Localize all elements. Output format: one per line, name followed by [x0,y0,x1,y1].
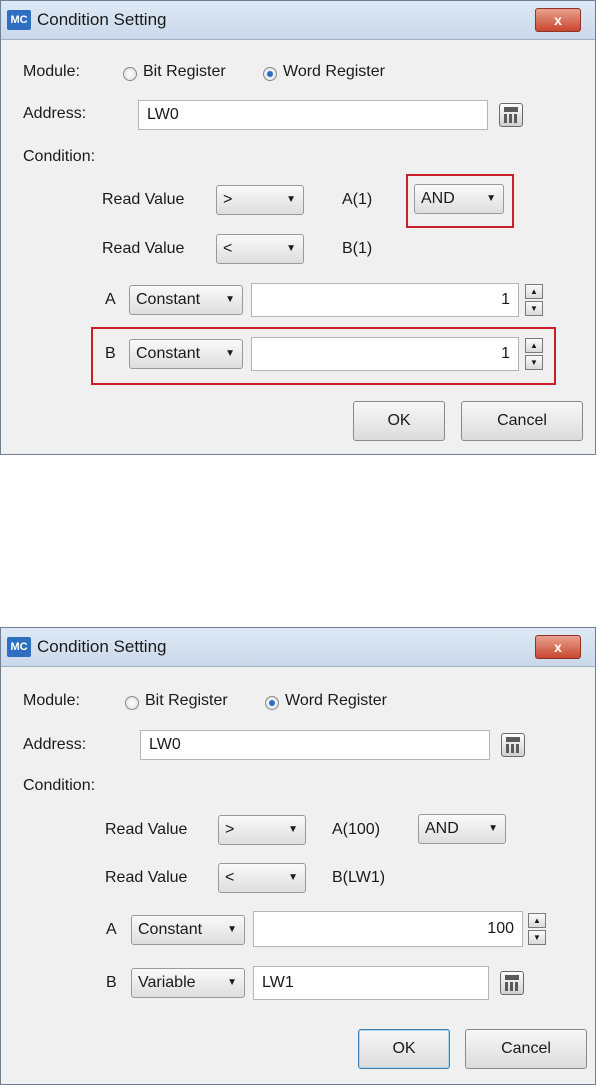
word-register-radio[interactable] [263,67,277,81]
read-value-label-1: Read Value [102,191,185,208]
operand-a-label: A(100) [332,821,381,838]
ok-button[interactable]: OK [358,1029,450,1069]
title-bar[interactable]: MC Condition Setting x [1,628,595,667]
bit-register-label: Bit Register [143,63,226,80]
condition-setting-dialog: MC Condition Setting x Module: Bit Regis… [0,0,596,455]
operator-select-1[interactable]: > ▼ [218,815,306,845]
calculator-icon[interactable] [499,103,523,127]
dialog-title: Condition Setting [37,10,167,29]
bit-register-radio[interactable] [125,696,139,710]
app-logo-icon: MC [7,637,31,657]
module-label: Module: [23,692,80,709]
address-field[interactable]: LW0 [138,100,488,130]
dropdown-arrow-icon: ▼ [286,194,296,205]
operator-value-2: < [225,869,235,886]
read-value-label-2: Read Value [102,240,185,257]
read-value-label-2: Read Value [105,869,188,886]
close-button[interactable]: x [535,8,581,32]
a-value-spinner[interactable]: ▲ ▼ [528,913,546,945]
a-label: A [106,921,117,938]
spin-down-icon[interactable]: ▼ [528,930,546,945]
close-button[interactable]: x [535,635,581,659]
b-type-value: Variable [138,974,196,991]
a-label: A [105,291,116,308]
calculator-icon[interactable] [501,733,525,757]
ok-button[interactable]: OK [353,401,445,441]
read-value-label-1: Read Value [105,821,188,838]
word-register-label: Word Register [285,692,387,709]
b-value-field[interactable]: LW1 [253,966,489,1000]
b-type-select[interactable]: Variable ▼ [131,968,245,998]
operand-b-label: B(1) [342,240,373,257]
a-type-value: Constant [138,921,203,938]
bit-register-radio[interactable] [123,67,137,81]
bit-register-label: Bit Register [145,692,228,709]
spin-up-icon[interactable]: ▲ [525,284,543,299]
address-label: Address: [23,736,87,753]
operator-value-1: > [225,821,235,838]
a-value-field[interactable]: 1 [251,283,519,317]
title-bar[interactable]: MC Condition Setting x [1,1,595,40]
operator-value-2: < [223,240,233,257]
word-register-radio[interactable] [265,696,279,710]
module-label: Module: [23,63,80,80]
a-type-select[interactable]: Constant ▼ [129,285,243,315]
highlight-box [91,327,556,385]
logic-value: AND [425,820,459,837]
condition-label: Condition: [23,148,96,165]
word-register-label: Word Register [283,63,385,80]
cancel-button[interactable]: Cancel [461,401,583,441]
a-type-select[interactable]: Constant ▼ [131,915,245,945]
a-value-spinner[interactable]: ▲ ▼ [525,284,543,316]
spin-down-icon[interactable]: ▼ [525,301,543,316]
dropdown-arrow-icon: ▼ [488,823,498,834]
a-value-field[interactable]: 100 [253,911,523,947]
address-field[interactable]: LW0 [140,730,490,760]
a-type-value: Constant [136,291,201,308]
operator-select-2[interactable]: < ▼ [218,863,306,893]
spin-up-icon[interactable]: ▲ [528,913,546,928]
dropdown-arrow-icon: ▼ [227,924,237,935]
condition-label: Condition: [23,777,96,794]
calculator-icon[interactable] [500,971,524,995]
operand-a-label: A(1) [342,191,373,208]
dropdown-arrow-icon: ▼ [225,294,235,305]
dropdown-arrow-icon: ▼ [286,243,296,254]
logic-select[interactable]: AND ▼ [418,814,506,844]
operator-value-1: > [223,191,233,208]
app-logo-icon: MC [7,10,31,30]
b-label: B [106,974,117,991]
condition-setting-dialog: MC Condition Setting x Module: Bit Regis… [0,627,596,1085]
cancel-button[interactable]: Cancel [465,1029,587,1069]
dropdown-arrow-icon: ▼ [288,824,298,835]
dialog-title: Condition Setting [37,637,167,656]
dropdown-arrow-icon: ▼ [288,872,298,883]
operator-select-1[interactable]: > ▼ [216,185,304,215]
dropdown-arrow-icon: ▼ [227,977,237,988]
operand-b-label: B(LW1) [332,869,386,886]
highlight-box [406,174,514,228]
operator-select-2[interactable]: < ▼ [216,234,304,264]
address-label: Address: [23,105,87,122]
